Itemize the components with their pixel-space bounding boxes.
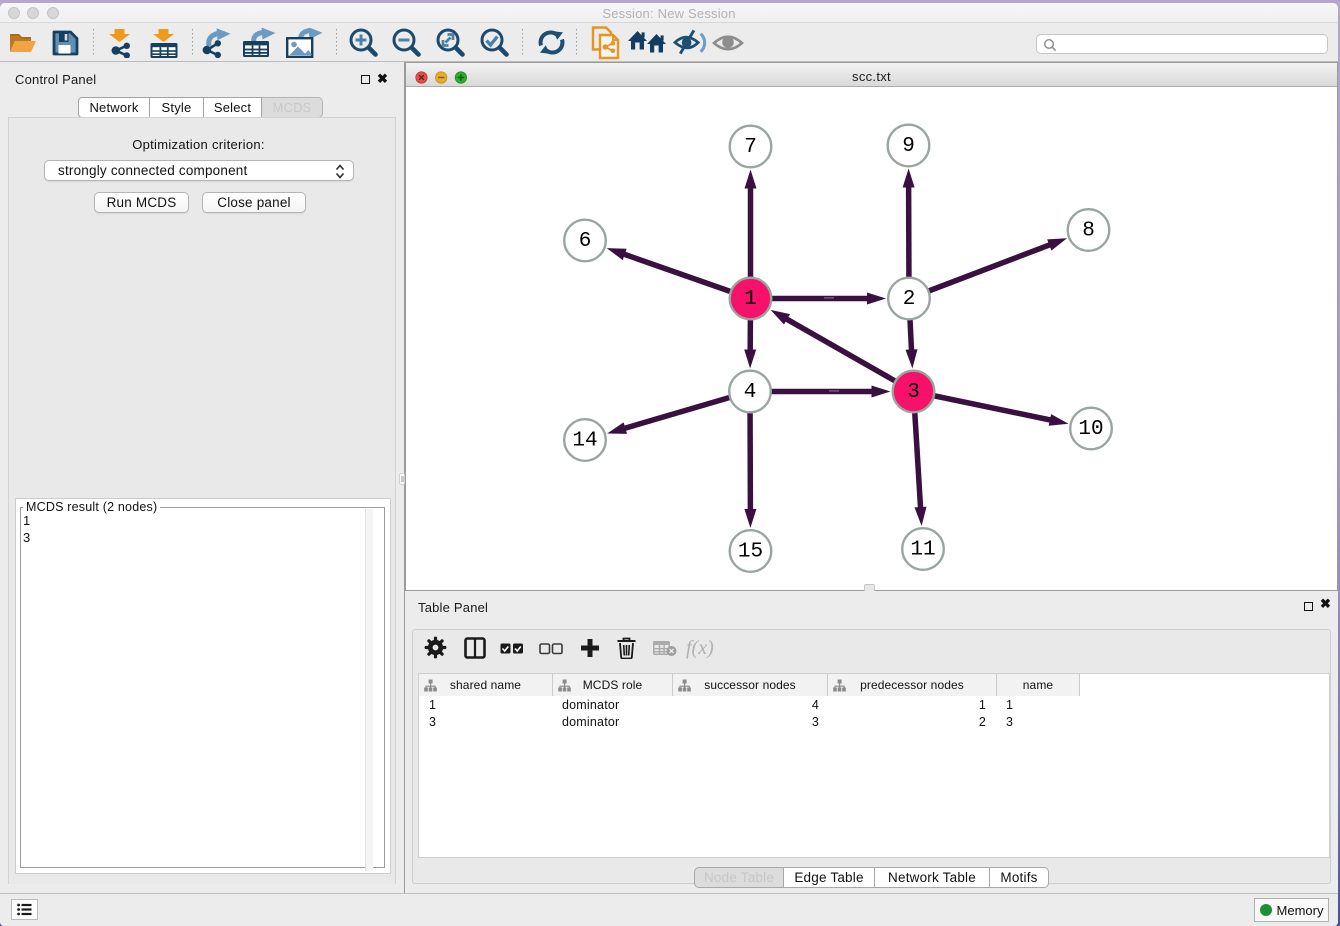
svg-text:1: 1 <box>744 288 757 311</box>
svg-text:3: 3 <box>907 381 920 404</box>
svg-text:4: 4 <box>744 381 757 404</box>
svg-text:10: 10 <box>1078 418 1103 441</box>
svg-text:11: 11 <box>910 539 935 562</box>
svg-text:6: 6 <box>579 230 592 253</box>
svg-text:15: 15 <box>738 541 763 564</box>
svg-text:2: 2 <box>903 288 916 311</box>
svg-text:8: 8 <box>1082 220 1095 243</box>
svg-text:14: 14 <box>572 430 597 453</box>
svg-text:9: 9 <box>902 135 915 158</box>
svg-text:7: 7 <box>744 136 757 159</box>
